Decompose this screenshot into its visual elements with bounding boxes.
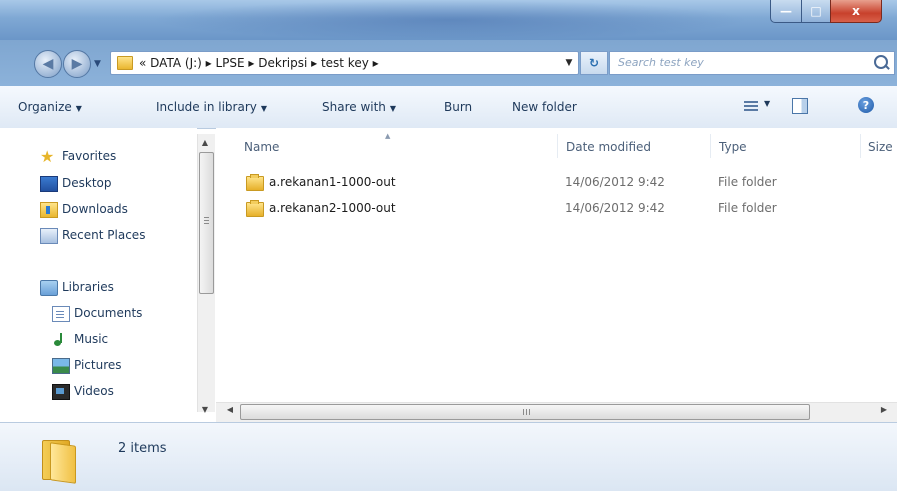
sort-ascending-icon: ▲ <box>385 132 391 140</box>
search-placeholder: Search test key <box>618 56 704 69</box>
sidebar-item-label: Documents <box>74 306 143 320</box>
back-button[interactable]: ◀ <box>34 50 62 78</box>
scroll-right-icon[interactable]: ▶ <box>878 405 890 417</box>
file-name: a.rekanan1-1000-out <box>269 175 396 189</box>
preview-pane-icon[interactable] <box>792 98 808 114</box>
share-with-button[interactable]: Share with ▼ <box>322 100 396 114</box>
sidebar-item-label: Music <box>74 332 109 346</box>
scrollbar-thumb[interactable] <box>199 152 214 294</box>
file-date-modified: 14/06/2012 9:42 <box>565 201 665 215</box>
file-list <box>216 128 897 412</box>
sidebar-item-label: Favorites <box>62 149 117 163</box>
folder-icon <box>246 174 264 191</box>
scrollbar-thumb[interactable] <box>240 404 810 420</box>
column-header-type[interactable]: Type <box>719 140 747 154</box>
scroll-up-icon[interactable]: ▲ <box>199 138 211 148</box>
sidebar-item-label: Downloads <box>62 202 128 216</box>
music-icon <box>52 333 68 347</box>
new-folder-button[interactable]: New folder <box>512 100 577 114</box>
share-with-label: Share with <box>322 100 386 114</box>
organize-label: Organize <box>18 100 72 114</box>
file-name: a.rekanan2-1000-out <box>269 201 396 215</box>
breadcrumb[interactable]: « DATA (J:) ▸ LPSE ▸ Dekripsi ▸ test key… <box>139 56 379 70</box>
libraries-icon <box>40 280 58 296</box>
search-input[interactable]: Search test key <box>609 51 895 75</box>
sidebar-item-label: Recent Places <box>62 228 146 242</box>
address-bar[interactable]: « DATA (J:) ▸ LPSE ▸ Dekripsi ▸ test key… <box>110 51 579 75</box>
file-type: File folder <box>718 175 777 189</box>
item-count: 2 items <box>118 441 167 456</box>
include-in-library-button[interactable]: Include in library ▼ <box>156 100 267 114</box>
title-bar-glow <box>150 0 750 40</box>
star-icon: ★ <box>40 147 55 166</box>
videos-icon <box>52 384 70 400</box>
scroll-down-icon[interactable]: ▼ <box>199 405 211 415</box>
desktop-icon <box>40 176 58 192</box>
change-view-icon[interactable] <box>744 99 758 111</box>
column-divider[interactable] <box>710 134 711 158</box>
table-row[interactable]: a.rekanan1-1000-out 14/06/2012 9:42 File… <box>240 173 800 193</box>
sidebar-item-label: Desktop <box>62 176 112 190</box>
recent-places-icon <box>40 228 58 244</box>
column-header-date-modified[interactable]: Date modified <box>566 140 651 154</box>
scroll-left-icon[interactable]: ◀ <box>224 405 236 417</box>
forward-button[interactable]: ▶ <box>63 50 91 78</box>
folder-icon <box>42 440 78 484</box>
recent-pages-dropdown-icon[interactable]: ▼ <box>94 59 104 71</box>
maximize-button[interactable]: □ <box>801 0 831 23</box>
pictures-icon <box>52 358 70 374</box>
column-header-size[interactable]: Size <box>868 140 893 154</box>
minimize-button[interactable]: — <box>770 0 802 23</box>
chevron-down-icon: ▼ <box>75 104 82 113</box>
table-row[interactable]: a.rekanan2-1000-out 14/06/2012 9:42 File… <box>240 199 800 219</box>
folder-icon <box>246 200 264 217</box>
close-button[interactable]: x <box>830 0 882 23</box>
organize-button[interactable]: Organize ▼ <box>18 100 82 114</box>
downloads-icon <box>40 202 58 218</box>
file-date-modified: 14/06/2012 9:42 <box>565 175 665 189</box>
view-dropdown-icon[interactable]: ▼ <box>764 99 770 108</box>
sidebar-item-label: Libraries <box>62 280 114 294</box>
sidebar-item-label: Videos <box>74 384 114 398</box>
folder-icon <box>117 56 133 70</box>
include-in-library-label: Include in library <box>156 100 257 114</box>
burn-button[interactable]: Burn <box>444 100 472 114</box>
details-pane <box>0 422 897 491</box>
chevron-down-icon: ▼ <box>260 104 268 113</box>
address-dropdown-icon[interactable]: ▼ <box>560 52 578 74</box>
sidebar-item-label: Pictures <box>74 358 122 372</box>
refresh-button[interactable]: ↻ <box>580 51 608 75</box>
search-icon[interactable] <box>874 55 888 69</box>
file-type: File folder <box>718 201 777 215</box>
documents-icon <box>52 306 70 322</box>
column-divider[interactable] <box>557 134 558 158</box>
help-button[interactable]: ? <box>858 97 874 113</box>
column-divider[interactable] <box>860 134 861 158</box>
column-header-name[interactable]: Name <box>244 140 279 154</box>
chevron-down-icon: ▼ <box>389 104 397 113</box>
